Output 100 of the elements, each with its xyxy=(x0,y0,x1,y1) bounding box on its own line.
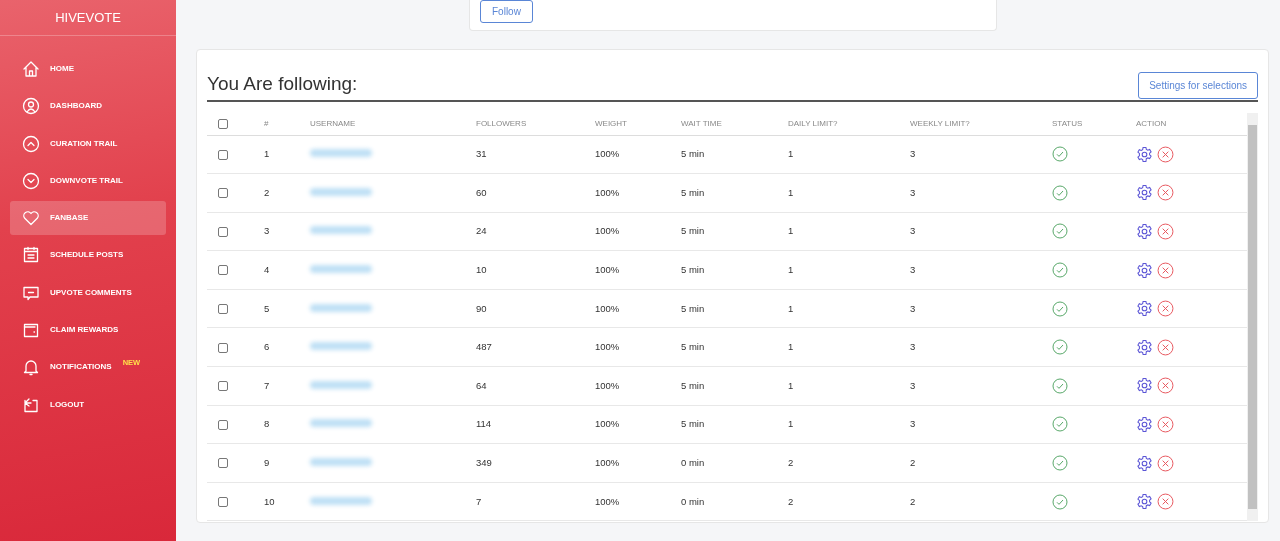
table-cell: 10 xyxy=(264,495,275,507)
table-cell: 1 xyxy=(264,148,270,160)
settings-icon[interactable] xyxy=(1136,454,1153,472)
column-header: WEIGHT xyxy=(595,118,627,128)
close-icon[interactable] xyxy=(1157,261,1174,279)
row-checkbox[interactable] xyxy=(218,381,228,392)
table-cell: 2 xyxy=(910,495,916,507)
table-cell: 1 xyxy=(788,225,794,237)
row-checkbox[interactable] xyxy=(218,419,228,430)
column-header: ACTION xyxy=(1136,118,1167,128)
row-checkbox[interactable] xyxy=(218,458,228,469)
table-cell: 10 xyxy=(476,263,487,275)
settings-icon[interactable] xyxy=(1136,261,1153,279)
close-icon[interactable] xyxy=(1157,145,1174,163)
table-cell: 6 xyxy=(264,341,270,353)
table-cell: 4 xyxy=(264,263,270,275)
nav-item[interactable]: SCHEDULE POSTS xyxy=(10,238,166,273)
close-icon[interactable] xyxy=(1157,454,1174,472)
nav-item[interactable]: DOWNVOTE TRAIL xyxy=(10,163,166,198)
row-checkbox[interactable] xyxy=(218,188,228,199)
user-circle-icon xyxy=(22,97,40,116)
table-cell: 3 xyxy=(910,225,916,237)
nav-item[interactable]: FANBASE xyxy=(10,201,166,236)
table-cell: 5 min xyxy=(681,302,705,314)
select-all-checkbox[interactable] xyxy=(218,118,228,129)
scrollbar-thumb[interactable] xyxy=(1248,125,1257,509)
table-cell: 3 xyxy=(910,186,916,198)
table-cell: 1 xyxy=(788,186,794,198)
table-cell: 90 xyxy=(476,302,487,314)
table-cell: 8 xyxy=(264,418,270,430)
section-title: You Are following: xyxy=(207,73,358,96)
nav-item[interactable]: LOGOUT xyxy=(10,387,166,422)
row-checkbox[interactable] xyxy=(218,497,228,507)
table-cell: 1 xyxy=(788,263,794,275)
close-icon[interactable] xyxy=(1157,184,1174,202)
column-header: FOLLOWERS xyxy=(476,118,527,128)
table-cell: 100% xyxy=(595,379,620,391)
table-cell: 1 xyxy=(788,302,794,314)
brand-title: HIVEVOTE xyxy=(0,0,176,36)
settings-icon[interactable] xyxy=(1136,415,1153,433)
table-cell: 100% xyxy=(595,341,620,353)
nav-item[interactable]: DASHBOARD xyxy=(10,89,166,124)
settings-icon[interactable] xyxy=(1136,184,1153,202)
close-icon[interactable] xyxy=(1157,377,1174,395)
table-cell: 3 xyxy=(910,418,916,430)
close-icon[interactable] xyxy=(1157,415,1174,433)
table-cell: 100% xyxy=(595,263,620,275)
nav-item[interactable]: CLAIM REWARDS xyxy=(10,313,166,348)
column-header: DAILY LIMIT? xyxy=(788,118,838,128)
table-cell: 2 xyxy=(264,186,270,198)
table-cell: 24 xyxy=(476,225,487,237)
nav-item[interactable]: UPVOTE COMMENTS xyxy=(10,275,166,310)
table-cell: 100% xyxy=(595,186,620,198)
table-cell: 31 xyxy=(476,148,487,160)
row-checkbox[interactable] xyxy=(218,265,228,276)
table-cell: 5 min xyxy=(681,341,705,353)
table-cell: 3 xyxy=(264,225,270,237)
settings-icon[interactable] xyxy=(1136,493,1153,511)
table-cell: 349 xyxy=(476,456,492,468)
table-cell: 7 xyxy=(476,495,482,507)
table-cell: 100% xyxy=(595,418,620,430)
close-icon[interactable] xyxy=(1157,493,1174,511)
close-icon[interactable] xyxy=(1157,338,1174,356)
table-cell: 3 xyxy=(910,379,916,391)
table-cell: 5 min xyxy=(681,148,705,160)
house-icon xyxy=(22,60,40,78)
settings-icon[interactable] xyxy=(1136,145,1153,163)
table-cell: 487 xyxy=(476,341,492,353)
calendar-icon xyxy=(22,246,40,265)
table-cell: 3 xyxy=(910,148,916,160)
nav-item[interactable]: CURATION TRAIL xyxy=(10,126,166,161)
table-cell: 3 xyxy=(910,263,916,275)
table-cell: 1 xyxy=(788,379,794,391)
close-icon[interactable] xyxy=(1157,223,1174,240)
bell-icon xyxy=(22,358,40,377)
close-icon[interactable] xyxy=(1157,300,1174,318)
nav-item[interactable]: HOME xyxy=(10,52,166,86)
table-cell: 1 xyxy=(788,148,794,160)
table-cell: 2 xyxy=(788,495,794,507)
table-cell: 0 min xyxy=(681,495,705,507)
row-checkbox[interactable] xyxy=(218,304,228,315)
settings-button[interactable]: Settings for selections xyxy=(1138,72,1258,99)
table-cell: 100% xyxy=(595,148,620,160)
wallet-icon xyxy=(22,321,40,340)
row-checkbox[interactable] xyxy=(218,226,228,237)
table-cell: 5 min xyxy=(681,186,705,198)
table-cell: 60 xyxy=(476,186,487,198)
settings-icon[interactable] xyxy=(1136,300,1153,318)
settings-icon[interactable] xyxy=(1136,338,1153,356)
column-header: WEEKLY LIMIT? xyxy=(910,118,970,128)
column-header: # xyxy=(264,118,269,128)
table-cell: 100% xyxy=(595,495,620,507)
scrollbar[interactable] xyxy=(1247,113,1258,521)
row-checkbox[interactable] xyxy=(218,342,228,353)
settings-icon[interactable] xyxy=(1136,223,1153,240)
table-cell: 100% xyxy=(595,302,620,314)
follow-button[interactable]: Follow xyxy=(480,0,533,23)
row-checkbox[interactable] xyxy=(218,149,228,160)
table-cell: 5 xyxy=(264,302,270,314)
settings-icon[interactable] xyxy=(1136,377,1153,395)
